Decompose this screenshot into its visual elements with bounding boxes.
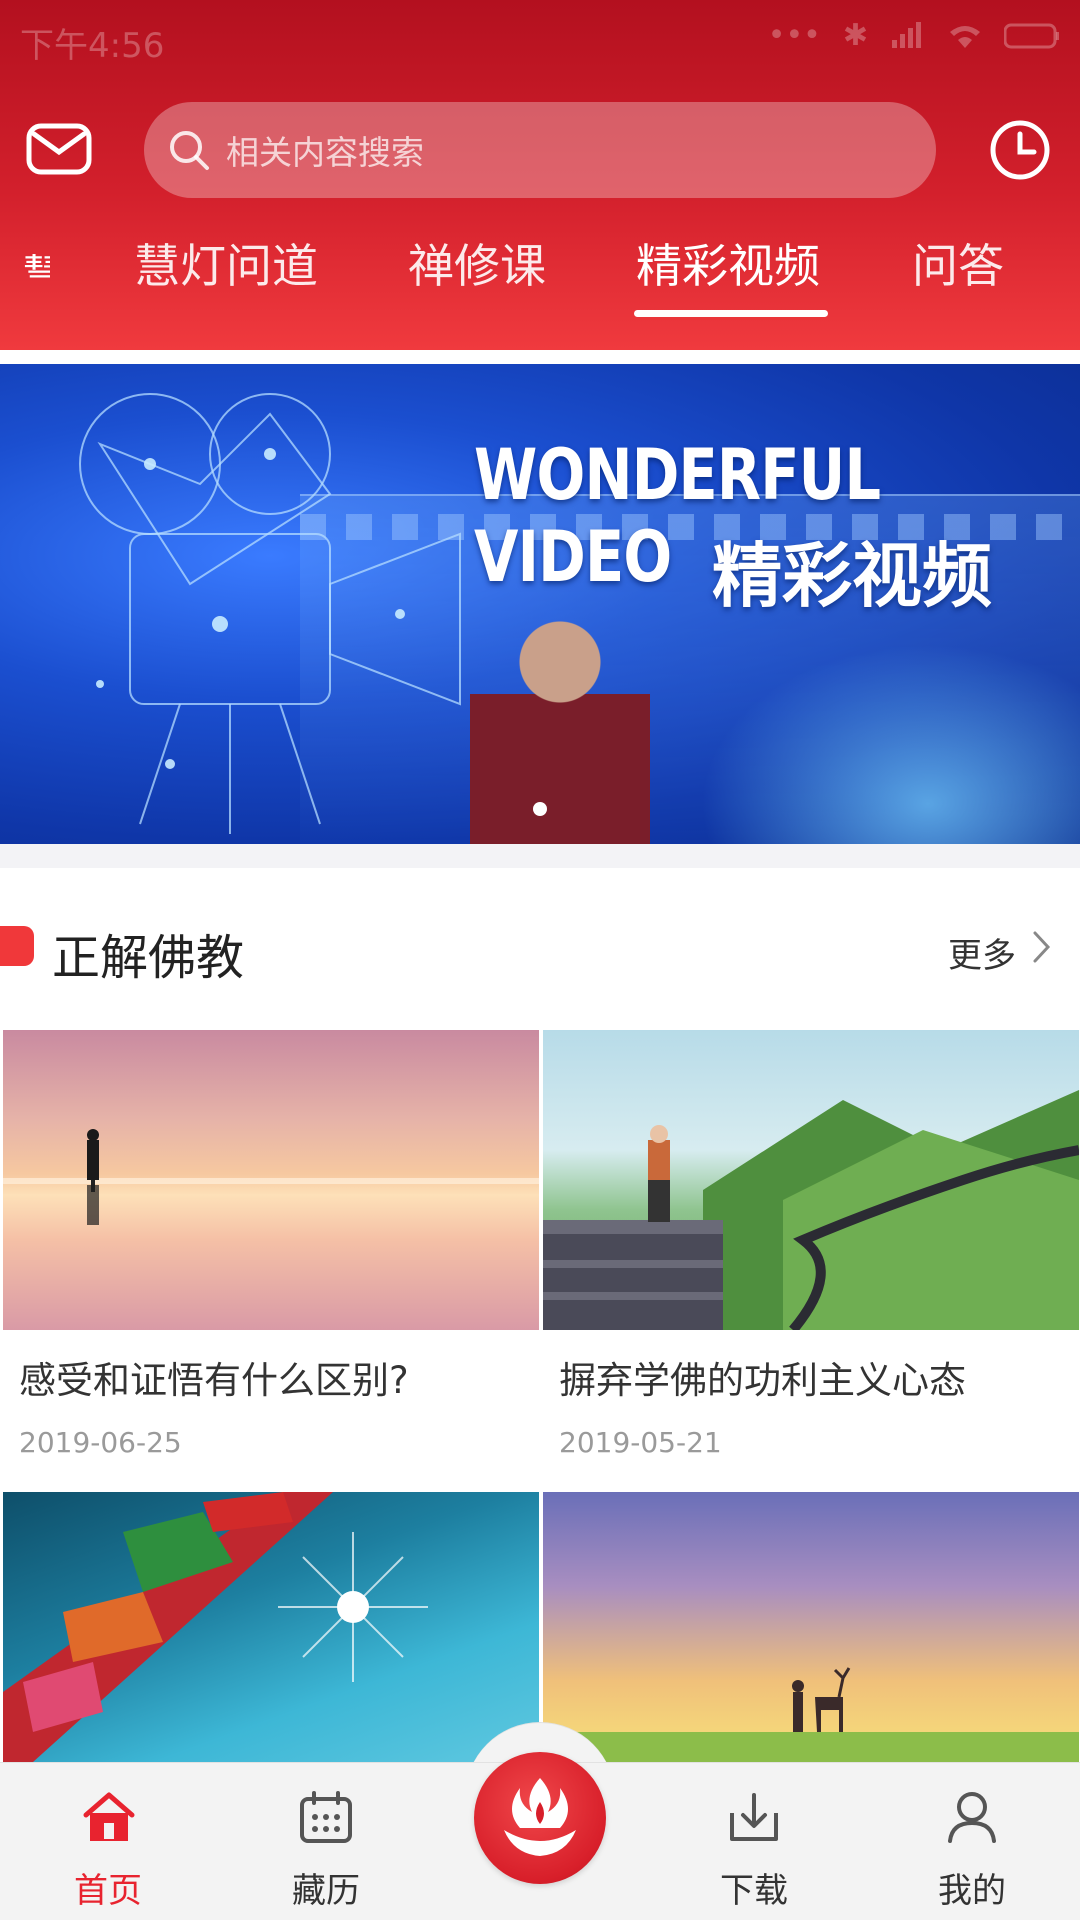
bluetooth-icon: ✱ [842, 18, 868, 53]
calendar-icon [300, 1791, 352, 1843]
header: 下午4:56 ••• ✱ 相关内容搜索 慧 慧灯问道 禅修课 精彩视频 问答 [0, 0, 1080, 350]
section-accent-bar [0, 926, 34, 966]
download-icon [730, 1793, 778, 1841]
history-icon[interactable] [988, 118, 1052, 182]
active-tab-indicator [634, 310, 828, 317]
card-date: 2019-06-25 [19, 1426, 182, 1459]
nav-download[interactable]: 下载 [684, 1763, 824, 1920]
card-title: 感受和证悟有什么区别? [19, 1359, 409, 1402]
more-link[interactable]: 更多 [948, 928, 1016, 977]
section-divider [0, 844, 1080, 868]
nav-download-label: 下载 [720, 1871, 788, 1911]
category-tabs: 慧灯问道 禅修课 精彩视频 问答 [0, 230, 1080, 320]
nav-calendar-label: 藏历 [292, 1871, 360, 1911]
user-icon [948, 1792, 996, 1843]
video-card[interactable]: 感受和证悟有什么区别? 2019-06-25 [3, 1030, 539, 1459]
signal-icon [892, 21, 921, 48]
home-icon [83, 1792, 135, 1841]
search-icon [170, 131, 209, 170]
app-screen: 下午4:56 ••• ✱ 相关内容搜索 慧 慧灯问道 禅修课 精彩视频 问答 W… [0, 0, 1080, 1920]
wifi-icon [950, 25, 980, 48]
tab-wenda[interactable]: 问答 [912, 230, 1004, 296]
video-thumbnail[interactable] [3, 1030, 539, 1330]
card-date: 2019-05-21 [559, 1426, 722, 1459]
tab-chanxiu-ke[interactable]: 禅修课 [408, 230, 546, 296]
movie-camera-graphic [79, 393, 461, 834]
nav-profile[interactable]: 我的 [902, 1763, 1042, 1920]
search-placeholder: 相关内容搜索 [226, 133, 424, 172]
nav-home-label: 首页 [74, 1871, 142, 1911]
video-card[interactable] [543, 1492, 1079, 1762]
video-thumbnail[interactable] [543, 1492, 1079, 1762]
chevron-right-icon[interactable] [1032, 930, 1052, 964]
video-card[interactable] [3, 1492, 539, 1762]
tab-jingcai-shipin[interactable]: 精彩视频 [636, 230, 820, 296]
status-time: 下午4:56 [20, 26, 165, 66]
tab-huideng-wendao[interactable]: 慧灯问道 [134, 230, 318, 296]
search-input[interactable]: 相关内容搜索 [144, 102, 936, 198]
section-title: 正解佛教 [52, 930, 245, 986]
nav-calendar[interactable]: 藏历 [256, 1763, 396, 1920]
battery-icon [1004, 23, 1059, 48]
more-dots-icon: ••• [767, 18, 821, 53]
nav-home[interactable]: 首页 [38, 1763, 178, 1920]
mail-icon[interactable] [26, 120, 92, 180]
video-thumbnail[interactable] [543, 1030, 1079, 1330]
video-thumbnail[interactable] [3, 1492, 539, 1762]
status-bar: 下午4:56 ••• ✱ [0, 0, 1080, 74]
center-logo-button[interactable] [474, 1752, 606, 1884]
flame-lotus-icon [504, 1778, 576, 1856]
banner-title-cn: 精彩视频 [712, 535, 992, 617]
card-title: 摒弃学佛的功利主义心态 [559, 1359, 966, 1402]
nav-profile-label: 我的 [938, 1871, 1006, 1911]
monk-photo [470, 584, 650, 844]
banner-carousel[interactable]: WONDERFUL VIDEO 精彩视频 [0, 364, 1080, 844]
video-card[interactable]: 摒弃学佛的功利主义心态 2019-05-21 [543, 1030, 1079, 1459]
carousel-dot [533, 802, 547, 816]
